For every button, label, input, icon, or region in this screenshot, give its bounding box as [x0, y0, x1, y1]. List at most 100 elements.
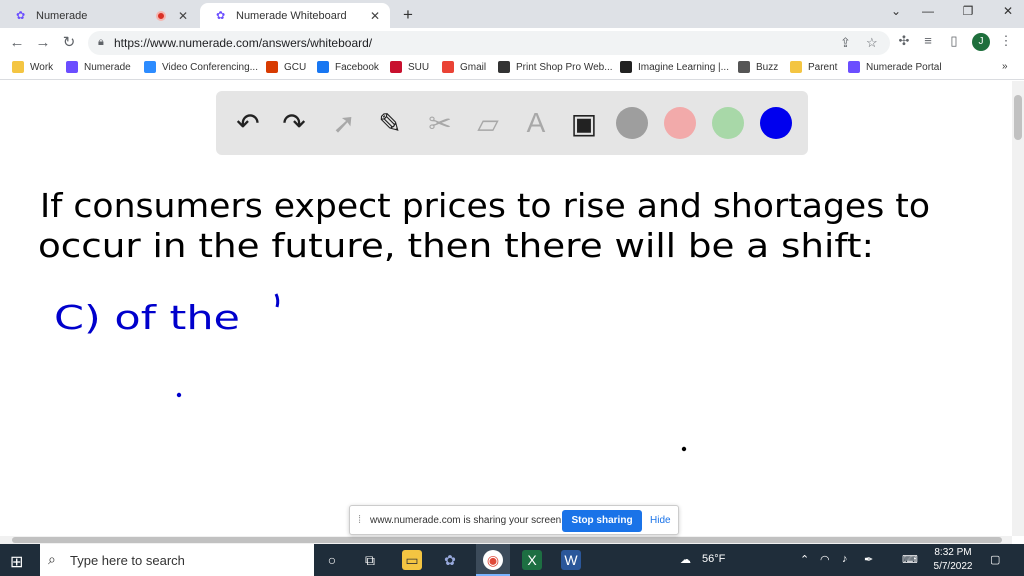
scroll-thumb[interactable] — [1014, 95, 1022, 140]
handwritten-line-2: occur in the future, then there will be … — [38, 226, 874, 265]
profile-avatar[interactable]: J — [972, 33, 990, 51]
hide-button[interactable]: Hide — [650, 515, 671, 526]
bookmark-item[interactable]: GCU — [266, 61, 306, 73]
bookmark-item[interactable]: Parent — [790, 61, 837, 73]
forward-button[interactable]: → — [34, 34, 52, 52]
numerade-logo-icon: ✿ — [216, 9, 226, 22]
drag-handle-icon[interactable]: ⁞ — [358, 514, 361, 526]
clock-date: 5/7/2022 — [933, 561, 973, 572]
bookmark-item[interactable]: Work — [12, 61, 53, 73]
more-menu-icon[interactable]: ⋮ — [998, 33, 1014, 49]
bookmark-item[interactable]: Gmail — [442, 61, 486, 73]
chevron-down-icon[interactable]: ⌄ — [882, 4, 910, 18]
new-tab-button[interactable]: + — [398, 5, 418, 25]
suu-icon — [390, 61, 402, 73]
facebook-icon — [317, 61, 329, 73]
minimize-button[interactable]: — — [914, 4, 942, 18]
bookmark-label: Video Conferencing... — [162, 61, 258, 73]
stop-sharing-button[interactable]: Stop sharing — [562, 510, 642, 532]
back-button[interactable]: ← — [8, 34, 26, 52]
url-text: https://www.numerade.com/answers/whitebo… — [114, 36, 373, 50]
handwriting-canvas[interactable]: If consumers expect prices to rise and s… — [0, 81, 1012, 536]
notifications-icon[interactable]: ▢ — [990, 553, 1000, 566]
recording-indicator-icon — [156, 10, 166, 21]
bookmark-label: Numerade Portal — [866, 61, 942, 73]
excel-icon[interactable]: X — [522, 550, 542, 570]
bookmark-label: Print Shop Pro Web... — [516, 61, 613, 73]
screen-share-notice: ⁞ www.numerade.com is sharing your scree… — [349, 505, 679, 535]
numerade-logo-icon: ✿ — [16, 9, 26, 22]
bookmark-label: Parent — [808, 61, 838, 73]
bookmark-label: Imagine Learning |... — [638, 61, 729, 73]
folder-icon — [12, 61, 24, 73]
numerade-icon — [66, 61, 78, 73]
weather-temperature[interactable]: 56°F — [702, 553, 725, 565]
more-bookmarks-button[interactable]: » — [1002, 61, 1008, 72]
bookmark-item[interactable]: Print Shop Pro Web... — [498, 61, 613, 73]
scroll-thumb[interactable] — [12, 537, 1002, 543]
pen-dot — [176, 392, 182, 398]
bookmark-item[interactable]: Video Conferencing... — [144, 61, 258, 73]
keyboard-icon[interactable]: ⌨ — [902, 553, 918, 566]
clock-time: 8:32 PM — [934, 547, 972, 558]
volume-icon[interactable]: ♪ — [842, 553, 848, 565]
url-field[interactable]: 🔒︎ https://www.numerade.com/answers/whit… — [88, 31, 890, 55]
print-icon — [498, 61, 510, 73]
windows-taskbar: ⊞ ⌕ Type here to search ○ ⧉ ▭ ✿ ◉ X W ☁ … — [0, 544, 1024, 576]
share-message: www.numerade.com is sharing your screen. — [370, 515, 564, 526]
horizontal-scrollbar[interactable] — [0, 536, 1012, 544]
bookmarks-bar: Work Numerade Video Conferencing... GCU Face… — [0, 58, 1024, 80]
bookmark-label: Facebook — [335, 61, 379, 73]
windows-start-icon[interactable]: ⊞ — [10, 552, 23, 572]
bookmark-item[interactable]: SUU — [390, 61, 429, 73]
pen-workspace-icon[interactable]: ✒ — [864, 553, 873, 566]
folder-icon — [790, 61, 802, 73]
tab-numerade-whiteboard[interactable]: ✿ Numerade Whiteboard ✕ — [200, 3, 390, 28]
whiteboard-page: ↶ ↷ ➚ ✎ ✂ ▱ A ▣ If consumers expect prices to r… — [0, 81, 1024, 544]
tab-title: Numerade — [36, 9, 88, 22]
browser-tab-bar: ✿ Numerade ✕ ✿ Numerade Whiteboard ✕ + ⌄… — [0, 0, 1024, 28]
close-window-button[interactable]: ✕ — [994, 4, 1022, 18]
close-tab-icon[interactable]: ✕ — [176, 9, 190, 23]
extensions-icon[interactable]: ✣ — [896, 33, 912, 49]
bookmark-item[interactable]: Buzz — [738, 61, 778, 73]
search-placeholder: Type here to search — [70, 553, 185, 568]
word-icon[interactable]: W — [561, 550, 581, 570]
show-hidden-icons-icon[interactable]: ⌃ — [800, 553, 809, 566]
bookmark-star-icon[interactable]: ☆ — [866, 35, 878, 51]
vertical-scrollbar[interactable] — [1012, 81, 1024, 536]
close-tab-icon[interactable]: ✕ — [368, 9, 382, 23]
search-icon: ⌕ — [48, 551, 56, 567]
wifi-icon[interactable]: ◠ — [820, 553, 830, 566]
bookmark-label: SUU — [408, 61, 430, 73]
restore-button[interactable]: ❐ — [954, 4, 982, 18]
bookmark-item[interactable]: Numerade — [66, 61, 131, 73]
task-view-icon[interactable]: ⧉ — [360, 550, 380, 570]
reload-button[interactable]: ↻ — [60, 34, 78, 52]
handwritten-line-3: C) of the — [54, 298, 240, 337]
tab-numerade[interactable]: ✿ Numerade ✕ — [0, 3, 198, 28]
gmail-icon — [442, 61, 454, 73]
cursor-dot — [681, 446, 687, 452]
address-bar-row: ← → ↻ 🔒︎ https://www.numerade.com/answer… — [0, 28, 1024, 58]
cortana-icon[interactable]: ○ — [322, 550, 342, 570]
paint-icon[interactable]: ✿ — [440, 550, 460, 570]
file-explorer-icon[interactable]: ▭ — [402, 550, 422, 570]
bookmark-label: Gmail — [460, 61, 487, 73]
bookmark-item[interactable]: Facebook — [317, 61, 379, 73]
chrome-icon[interactable]: ◉ — [483, 550, 503, 570]
taskbar-clock[interactable]: 8:32 PM 5/7/2022 — [928, 546, 978, 574]
video-icon — [144, 61, 156, 73]
bookmark-label: Numerade — [84, 61, 131, 73]
buzz-icon — [738, 61, 750, 73]
share-icon[interactable]: ⇪ — [840, 35, 851, 51]
grid-icon — [266, 61, 278, 73]
reading-list-icon[interactable]: ≡ — [920, 33, 936, 48]
taskbar-search-input[interactable]: ⌕ Type here to search — [40, 544, 314, 576]
lock-icon: 🔒︎ — [98, 36, 104, 48]
side-panel-icon[interactable]: ▯ — [946, 33, 962, 49]
bookmark-item[interactable]: Numerade Portal — [848, 61, 942, 73]
handwritten-line-1: If consumers expect prices to rise and s… — [40, 186, 930, 225]
weather-icon[interactable]: ☁ — [680, 553, 691, 566]
bookmark-item[interactable]: Imagine Learning |... — [620, 61, 729, 73]
